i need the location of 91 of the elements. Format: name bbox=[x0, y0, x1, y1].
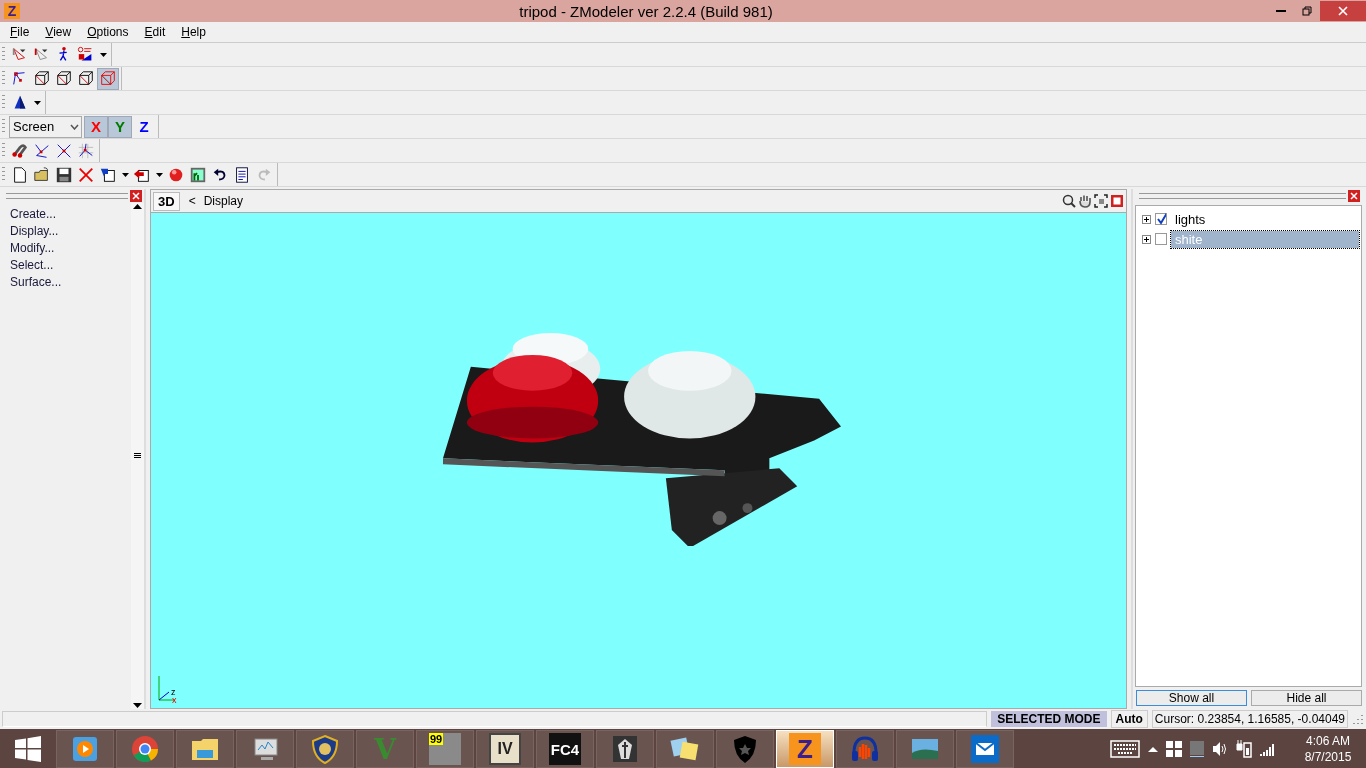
computer-icon: 99 bbox=[429, 733, 461, 765]
image-icon bbox=[189, 165, 207, 184]
close-icon bbox=[1350, 192, 1358, 200]
keyboard-icon[interactable] bbox=[1110, 740, 1140, 758]
clock[interactable]: 4:06 AM 8/7/2015 bbox=[1296, 733, 1360, 765]
save-icon bbox=[55, 165, 73, 184]
menu-item[interactable]: View bbox=[37, 25, 80, 39]
badge-icon bbox=[309, 733, 341, 765]
cube-icon bbox=[55, 69, 73, 88]
logo-icon: FC4 bbox=[549, 733, 581, 765]
close-icon bbox=[1338, 6, 1348, 16]
menu-item[interactable]: File bbox=[2, 25, 38, 39]
chevron-icon bbox=[70, 123, 79, 130]
app-logo-icon: Z bbox=[4, 3, 20, 19]
windows-icon bbox=[15, 736, 41, 762]
command-item[interactable]: Surface... bbox=[10, 275, 131, 290]
menu-item[interactable]: Options bbox=[79, 25, 137, 39]
logo-icon: Z bbox=[789, 733, 821, 765]
minimize-icon bbox=[1276, 10, 1286, 12]
scroll-down-icon bbox=[133, 703, 142, 709]
expand-icon[interactable] bbox=[1142, 214, 1151, 224]
command-item[interactable]: Modify... bbox=[10, 241, 131, 256]
mode-indicator: SELECTED MODE bbox=[991, 711, 1107, 727]
view-title: Display bbox=[203, 194, 243, 208]
taskbar-button[interactable]: IV bbox=[476, 730, 534, 768]
caret-up-icon[interactable] bbox=[1148, 746, 1158, 752]
taskbar-button[interactable] bbox=[296, 730, 354, 768]
windows-icon[interactable] bbox=[1166, 741, 1182, 757]
menu-item[interactable]: Help bbox=[173, 25, 214, 39]
tree-item[interactable]: lights bbox=[1171, 210, 1361, 228]
resize-grip-icon[interactable] bbox=[1352, 713, 1364, 725]
mail-icon bbox=[969, 733, 1001, 765]
panel-button[interactable]: Hide all bbox=[1251, 690, 1362, 706]
search-icon[interactable] bbox=[1062, 194, 1076, 208]
close-button[interactable] bbox=[130, 190, 142, 202]
caret-icon bbox=[99, 52, 107, 57]
close-icon bbox=[132, 192, 140, 200]
expand-icon[interactable] bbox=[1142, 234, 1151, 244]
taskbar-button[interactable] bbox=[656, 730, 714, 768]
taskbar-button[interactable]: FC4 bbox=[536, 730, 594, 768]
cube-icon bbox=[33, 69, 51, 88]
cube-icon bbox=[77, 69, 95, 88]
delete-icon bbox=[77, 165, 95, 184]
battery-icon[interactable] bbox=[1236, 740, 1252, 758]
snap-indicator: Auto bbox=[1110, 710, 1148, 728]
taskbar-button[interactable] bbox=[116, 730, 174, 768]
logo-icon: IV bbox=[489, 733, 521, 765]
command-item[interactable]: Create... bbox=[10, 207, 131, 222]
grip-icon bbox=[134, 453, 141, 459]
hand-icon[interactable] bbox=[1078, 194, 1092, 208]
axis-label: x bbox=[172, 696, 177, 705]
cursor-readout: Cursor: 0.23854, 1.16585, -0.04049 bbox=[1151, 710, 1348, 728]
magnet-icon bbox=[11, 141, 29, 160]
command-item[interactable]: Select... bbox=[10, 258, 131, 273]
grid-icon bbox=[77, 141, 95, 160]
caret-icon bbox=[121, 172, 129, 177]
taskbar-button[interactable] bbox=[236, 730, 294, 768]
signal-icon[interactable] bbox=[1260, 742, 1276, 756]
caret-icon bbox=[33, 100, 41, 105]
restore-icon bbox=[1302, 6, 1312, 16]
time-text: 4:06 AM bbox=[1306, 733, 1350, 749]
scrollbar[interactable] bbox=[131, 203, 144, 709]
maximize-icon[interactable] bbox=[1110, 194, 1124, 208]
back-button[interactable]: < bbox=[188, 194, 196, 208]
document-icon bbox=[233, 165, 251, 184]
taskbar-button[interactable]: 99 bbox=[416, 730, 474, 768]
date-text: 8/7/2015 bbox=[1304, 749, 1352, 765]
space-dropdown[interactable]: Screen bbox=[9, 115, 82, 138]
display-icon[interactable] bbox=[1190, 741, 1204, 757]
folder-icon bbox=[33, 165, 51, 184]
checkbox[interactable] bbox=[1155, 233, 1167, 245]
fit-view-icon[interactable] bbox=[1094, 194, 1108, 208]
axis-button[interactable]: Z bbox=[132, 115, 156, 138]
browser-icon bbox=[129, 733, 161, 765]
close-button[interactable] bbox=[1348, 190, 1360, 202]
caret-icon bbox=[155, 172, 163, 177]
close-button[interactable] bbox=[1320, 1, 1366, 21]
new-file-icon bbox=[11, 165, 29, 184]
checkbox[interactable] bbox=[1155, 213, 1167, 225]
cube-icon bbox=[99, 69, 117, 88]
command-item[interactable]: Display... bbox=[10, 224, 131, 239]
view-mode-tab[interactable]: 3D bbox=[153, 191, 180, 211]
window-title: tripod - ZModeler ver 2.2.4 (Build 981) bbox=[518, 2, 774, 20]
taskbar-button[interactable] bbox=[956, 730, 1014, 768]
panel-button[interactable]: Show all bbox=[1136, 690, 1247, 706]
menu-item[interactable]: Edit bbox=[136, 25, 174, 39]
taskbar-button[interactable] bbox=[176, 730, 234, 768]
volume-icon[interactable] bbox=[1212, 741, 1228, 757]
taskbar-button[interactable] bbox=[596, 730, 654, 768]
axis-label: z bbox=[171, 688, 176, 697]
taskbar-button[interactable]: Z bbox=[776, 730, 834, 768]
